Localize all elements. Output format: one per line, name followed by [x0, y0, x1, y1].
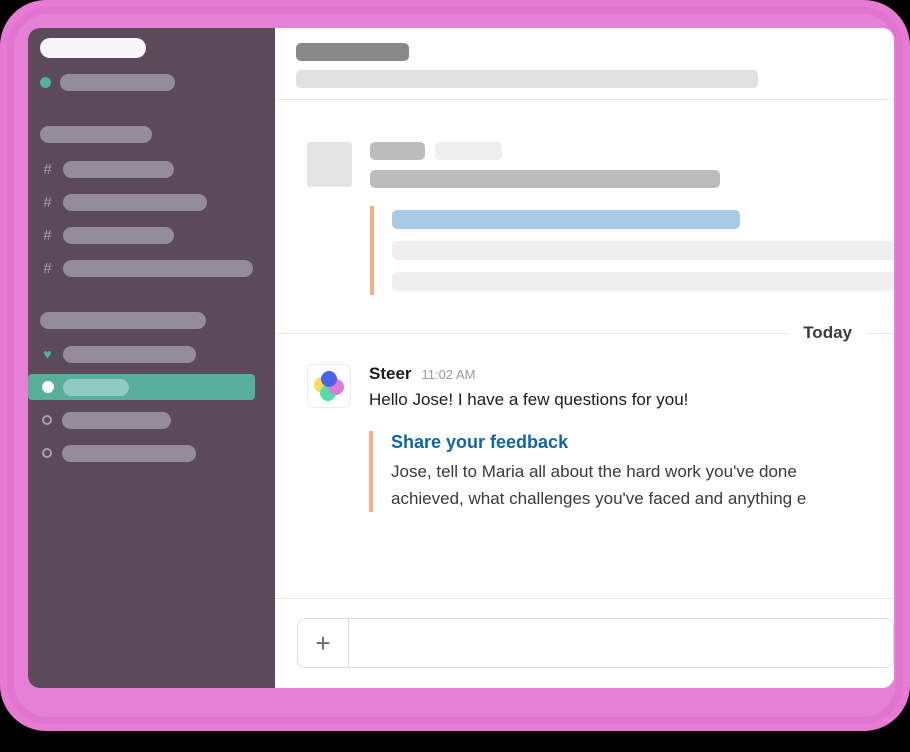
channel-header — [275, 28, 894, 100]
sidebar-item-channel-4[interactable]: # — [28, 258, 275, 278]
skeleton-avatar — [307, 142, 352, 187]
skeleton-quote-block — [370, 206, 894, 295]
message-text: Hello Jose! I have a few questions for y… — [369, 390, 689, 409]
hash-icon: # — [43, 160, 52, 178]
sidebar-section-header-channels[interactable] — [28, 124, 275, 144]
message-quote-block: Share your feedback Jose, tell to Maria … — [369, 430, 894, 513]
message-input[interactable] — [349, 619, 893, 667]
sidebar-item-label-placeholder — [62, 444, 196, 462]
main-panel: Today Steer 11:02 AM Hello Jose! I have … — [275, 28, 894, 688]
skeleton-quote-title-placeholder — [392, 210, 740, 229]
hash-icon: # — [43, 226, 52, 244]
sidebar-section-header-dms[interactable] — [28, 310, 275, 330]
quote-title[interactable]: Share your feedback — [391, 431, 894, 454]
steer-flower-avatar-icon — [314, 371, 344, 401]
message-steer: Steer 11:02 AM Hello Jose! I have a few … — [275, 344, 894, 513]
online-dot-icon — [40, 76, 51, 88]
skeleton-message-head — [370, 142, 894, 160]
sidebar-section-label-placeholder — [40, 125, 152, 143]
skeleton-text-placeholder — [370, 170, 720, 188]
hash-icon: # — [43, 259, 52, 277]
sidebar-user-row[interactable] — [28, 72, 275, 92]
skeleton-time-placeholder — [435, 142, 502, 160]
sidebar-item-label-placeholder — [63, 160, 174, 178]
sidebar-item-dm-4[interactable] — [28, 443, 275, 463]
sidebar-item-dm-1[interactable]: ♥ — [28, 344, 275, 364]
skeleton-quote-line-placeholder — [392, 272, 894, 291]
sidebar-item-channel-1[interactable]: # — [28, 159, 275, 179]
open-circle-icon — [42, 415, 52, 425]
channel-topic-placeholder[interactable] — [296, 70, 758, 88]
sidebar-item-label-placeholder — [63, 345, 196, 363]
sidebar-item-dm-2-selected[interactable] — [28, 374, 255, 400]
skeleton-message-body — [370, 142, 894, 295]
chat-app-window: # # # # ♥ Today Steer 11:02 AM Hello Jos… — [28, 28, 894, 688]
sidebar-item-label-placeholder — [63, 259, 253, 277]
message-composer[interactable]: + — [297, 618, 894, 668]
quote-line-2: achieved, what challenges you've faced a… — [391, 488, 807, 508]
composer-area: + — [275, 598, 894, 688]
quote-line-1: Jose, tell to Maria all about the hard w… — [391, 462, 797, 482]
sidebar-item-label-placeholder — [63, 193, 207, 211]
open-circle-icon — [42, 448, 52, 458]
message-list[interactable]: Today Steer 11:02 AM Hello Jose! I have … — [275, 100, 894, 598]
sidebar-item-channel-2[interactable]: # — [28, 192, 275, 212]
skeleton-message — [275, 100, 894, 295]
sidebar-item-label-placeholder — [62, 411, 171, 429]
plus-icon[interactable]: + — [298, 619, 349, 667]
skeleton-quote-line-placeholder — [392, 241, 894, 260]
hash-icon: # — [43, 193, 52, 211]
message-author[interactable]: Steer — [369, 364, 412, 384]
sidebar: # # # # ♥ — [28, 28, 275, 688]
date-divider-label: Today — [789, 322, 866, 344]
message-timestamp: 11:02 AM — [421, 367, 476, 382]
sidebar-item-dm-3[interactable] — [28, 410, 275, 430]
sidebar-item-channel-3[interactable]: # — [28, 225, 275, 245]
avatar-petal-top-icon — [321, 371, 337, 387]
sidebar-item-label-placeholder — [63, 378, 129, 396]
avatar[interactable] — [307, 364, 351, 408]
sidebar-item-label-placeholder — [63, 226, 174, 244]
message-body: Steer 11:02 AM Hello Jose! I have a few … — [369, 364, 894, 513]
channel-name-placeholder[interactable] — [296, 43, 409, 61]
skeleton-author-placeholder — [370, 142, 425, 160]
date-divider: Today — [275, 322, 894, 344]
filled-circle-icon — [42, 381, 54, 393]
message-header: Steer 11:02 AM — [369, 364, 894, 384]
sidebar-user-label-placeholder — [60, 73, 175, 91]
sidebar-section-label-placeholder — [40, 311, 206, 329]
heart-icon: ♥ — [43, 346, 52, 362]
device-frame: # # # # ♥ Today Steer 11:02 AM Hello Jos… — [0, 0, 910, 731]
workspace-title-placeholder[interactable] — [40, 38, 146, 58]
